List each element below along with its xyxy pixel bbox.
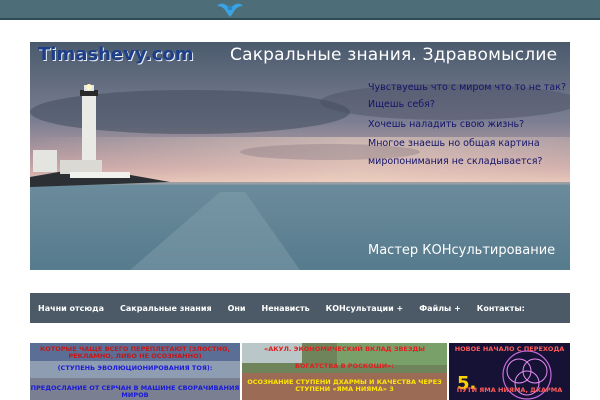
thumbnail-2-caption-mid: БОГАТСТВА В РОСКОШИ»: (295, 362, 394, 370)
thumbnail-1-caption-mid: (СТУПЕНЬ ЭВОЛЮЦИОНИРОВАНИЯ ТОЯ): (57, 364, 213, 372)
banner-line-1: Чувствуешь что с миром что то не так? (368, 82, 567, 93)
nav-item-start[interactable]: Начни отсюда (30, 304, 112, 313)
thumbnail-3-caption-top: НОВОЕ НАЧАЛО С ПЕРЕХОДА (454, 345, 565, 353)
main-navigation: Начни отсюда Сакральные знания Они Ненав… (30, 293, 570, 323)
top-bar (0, 0, 600, 20)
banner-line-2: Ищешь себя? (368, 99, 435, 110)
thumbnail-1-caption-top: КОТОРЫЕ ЧАЩЕ ВСЕГО ПЕРЕПЛЕТАЮТ (ЗЛОСТНО,… (39, 345, 230, 361)
site-logo[interactable]: Timashevy.com (38, 44, 194, 65)
banner-title: Сакральные знания. Здравомыслие (230, 45, 558, 65)
post-thumbnail-1[interactable]: КОТОРЫЕ ЧАЩЕ ВСЕГО ПЕРЕПЛЕТАЮТ (ЗЛОСТНО,… (30, 343, 240, 400)
banner-line-4: Многое знаешь но общая картина (368, 138, 540, 149)
nav-item-consultations[interactable]: КОНсультации + (318, 304, 412, 313)
post-thumbnail-2[interactable]: «АКУЛ. ЭКОНОМИЧЕСКИЙ ВКЛАД ЗВЕЗДЫ БОГАТС… (242, 343, 447, 400)
thumbnail-2-caption-top: «АКУЛ. ЭКОНОМИЧЕСКИЙ ВКЛАД ЗВЕЗДЫ (264, 345, 425, 353)
banner-line-3: Хочешь наладить свою жизнь? (368, 119, 525, 130)
post-thumbnail-3[interactable]: НОВОЕ НАЧАЛО С ПЕРЕХОДА 5. ПУТИ ЯМА НИЯМ… (449, 343, 570, 400)
thumbnail-1-caption-bottom: ПРЕДОСЛАНИЕ ОТ СЕРЧАН В МАШИНЕ СВОРАЧИВА… (30, 384, 240, 400)
nav-item-sacred-knowledge[interactable]: Сакральные знания (112, 304, 220, 313)
bird-icon[interactable] (213, 0, 247, 18)
nav-item-files[interactable]: Файлы + (411, 304, 469, 313)
featured-posts: КОТОРЫЕ ЧАЩЕ ВСЕГО ПЕРЕПЛЕТАЮТ (ЗЛОСТНО,… (30, 343, 570, 400)
banner-footer: Мастер КОНсультирование (368, 243, 556, 258)
thumbnail-3-caption-bottom: ПУТИ ЯМА НИЯМА, ДХАРМА (456, 386, 563, 394)
header-banner[interactable]: Timashevy.com Сакральные знания. Здравом… (30, 42, 570, 270)
nav-item-hatred[interactable]: Ненависть (254, 304, 318, 313)
banner-line-5: миропонимания не складывается? (368, 156, 543, 167)
nav-item-contacts[interactable]: Контакты: (469, 304, 533, 313)
nav-item-they[interactable]: Они (220, 304, 254, 313)
thumbnail-2-caption-bottom: ОСОЗНАНИЕ СТУПЕНИ ДХАРМЫ И КАЧЕСТВА ЧЕРЕ… (247, 378, 442, 394)
